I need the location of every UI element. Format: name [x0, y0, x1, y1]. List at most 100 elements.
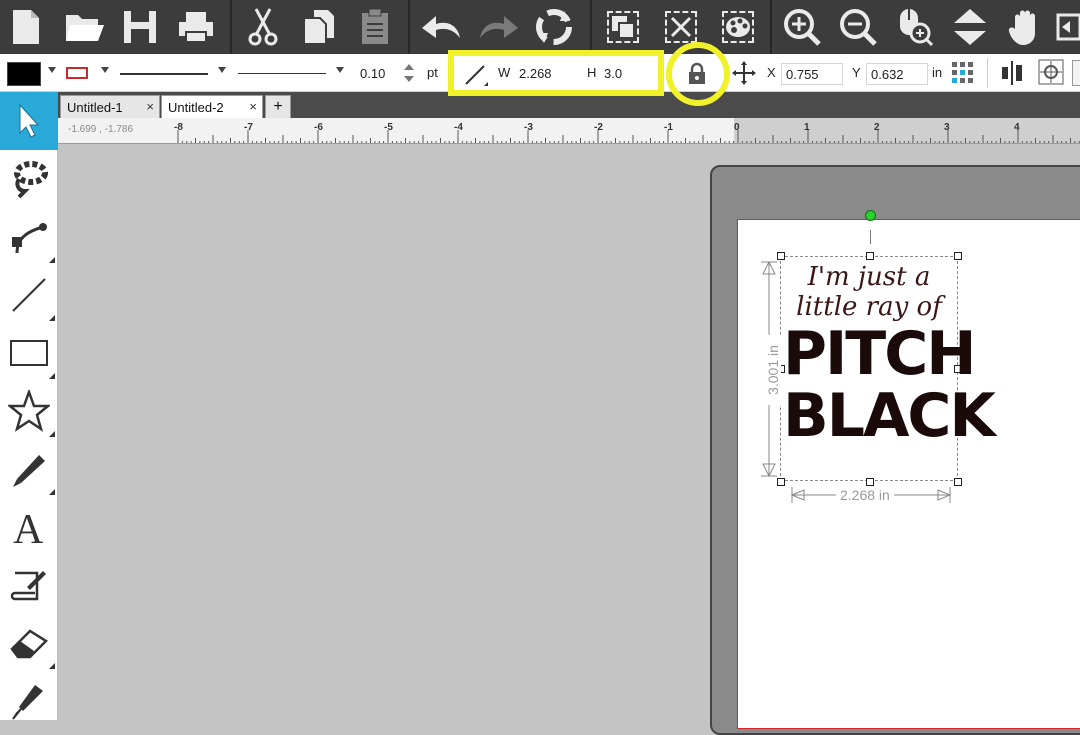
scroll-pen-icon: [10, 571, 46, 601]
stroke-width-input[interactable]: 0.10: [356, 63, 402, 85]
pencil-icon: [13, 455, 45, 487]
close-x-icon: [670, 16, 692, 38]
line-style-dropdown-icon[interactable]: [218, 67, 226, 73]
resize-handle-bottom-right[interactable]: [954, 478, 962, 486]
align-center-icon[interactable]: [998, 60, 1026, 86]
zoom-mouse-icon: [900, 9, 934, 47]
ruler-tick-label: -7: [244, 122, 253, 133]
knife-tool[interactable]: [0, 672, 58, 730]
hand-icon: [1008, 10, 1035, 45]
x-input[interactable]: 0.755: [781, 63, 843, 85]
ruler-tick-label: 4: [1014, 122, 1020, 133]
exit-icon: [1056, 13, 1080, 41]
rotate-handle[interactable]: [865, 210, 876, 221]
pencil-tool[interactable]: [0, 440, 58, 498]
redo-button[interactable]: [476, 5, 520, 49]
y-label: Y: [852, 65, 861, 80]
text-tool[interactable]: A: [0, 498, 58, 556]
zoom-in-button[interactable]: [780, 5, 824, 49]
folder-open-icon: [66, 15, 104, 41]
ruler-tick-label: -4: [454, 122, 463, 133]
stroke-color-swatch[interactable]: [66, 67, 88, 79]
more-button[interactable]: [1056, 5, 1080, 49]
width-dimension-label: 2.268 in: [836, 487, 894, 503]
select-tool[interactable]: [0, 92, 58, 150]
undo-button[interactable]: [420, 5, 464, 49]
node-edit-tool[interactable]: [0, 208, 58, 266]
resize-handle-top[interactable]: [866, 252, 874, 260]
paste-button[interactable]: [353, 5, 397, 49]
stroke-width-spinner-icon[interactable]: [403, 62, 415, 84]
tools-panel: A: [0, 92, 58, 720]
ruler-tick-label: 1: [804, 122, 810, 133]
eraser-tool[interactable]: [0, 614, 58, 672]
tab-label: Untitled-2: [168, 100, 224, 115]
stroke-dropdown-icon[interactable]: [101, 67, 109, 73]
text-a-icon: A: [13, 507, 44, 547]
open-button[interactable]: [62, 5, 106, 49]
tab-untitled-2[interactable]: Untitled-2 ×: [161, 95, 263, 118]
pointer-arrow-icon: [19, 103, 40, 138]
tab-label: Untitled-1: [67, 100, 123, 115]
copy-button[interactable]: [297, 5, 341, 49]
pan-button[interactable]: [1004, 5, 1048, 49]
lasso-tool[interactable]: [0, 150, 58, 208]
fit-page-button[interactable]: [948, 5, 992, 49]
line-style-preview[interactable]: [120, 73, 208, 75]
line-end-dropdown-icon[interactable]: [336, 67, 344, 73]
new-document-button[interactable]: [4, 5, 48, 49]
fill-dropdown-icon[interactable]: [48, 67, 56, 73]
color-palette-button[interactable]: [716, 5, 760, 49]
group-button[interactable]: [601, 5, 645, 49]
horizontal-ruler: -1.699 , -1.786 -8 -7 -6 -5 -4 -3 -2 -1 0 1 2 3 4: [58, 118, 1080, 144]
scissors-icon: [248, 8, 278, 46]
ruler-tick-label: -5: [384, 122, 393, 133]
ruler-tick-label: -3: [524, 122, 533, 133]
new-tab-button[interactable]: +: [265, 95, 291, 118]
ruler-tick-label: 2: [874, 122, 880, 133]
height-dimension-label: 3.001 in: [765, 335, 781, 405]
close-icon[interactable]: ×: [146, 99, 154, 114]
position-unit-label: in: [932, 65, 943, 80]
resize-handle-top-right[interactable]: [954, 252, 962, 260]
design-line-1: I'm just a: [807, 262, 931, 292]
new-document-icon: [13, 10, 39, 44]
group-icon: [612, 16, 635, 39]
line-icon: [12, 278, 46, 312]
save-button[interactable]: [118, 5, 162, 49]
size-fields-highlight: [448, 50, 664, 96]
reference-point-grid-icon[interactable]: [951, 61, 975, 85]
save-icon: [124, 11, 156, 43]
undo-icon: [422, 16, 460, 38]
stroke-unit-label: pt: [427, 65, 438, 80]
tab-untitled-1[interactable]: Untitled-1 ×: [60, 95, 160, 118]
text-on-path-tool[interactable]: [0, 556, 58, 614]
svg-text:A: A: [13, 507, 44, 547]
zoom-out-icon: [840, 9, 877, 46]
ruler-ticks: -8 -7 -6 -5 -4 -3 -2 -1 0 1 2 3 4: [174, 122, 1080, 143]
ruler-tick-label: 3: [944, 122, 950, 133]
ruler-tick-label: 0: [734, 122, 740, 133]
bezier-node-icon: [12, 223, 47, 254]
zoom-selection-button[interactable]: [892, 5, 936, 49]
ruler-tick-label: -6: [314, 122, 323, 133]
design-line-2: little ray of: [796, 292, 942, 322]
zoom-out-button[interactable]: [836, 5, 880, 49]
rectangle-tool[interactable]: [0, 324, 58, 382]
zoom-in-icon: [784, 9, 821, 46]
fill-color-swatch[interactable]: [7, 62, 41, 86]
close-icon[interactable]: ×: [249, 99, 257, 114]
target-align-icon[interactable]: [1038, 59, 1064, 85]
design-line-4: BLACK: [783, 381, 996, 451]
knife-icon: [12, 685, 43, 720]
ruler-tick-label: -2: [594, 122, 603, 133]
polygon-tool[interactable]: [0, 382, 58, 440]
design-artwork[interactable]: I'm just a little ray of PITCH BLACK: [783, 262, 996, 451]
line-end-preview[interactable]: [238, 73, 326, 74]
cut-button[interactable]: [241, 5, 285, 49]
replicate-button[interactable]: [532, 5, 576, 49]
print-button[interactable]: [174, 5, 218, 49]
y-input[interactable]: 0.632: [866, 63, 928, 85]
print-icon: [179, 12, 213, 43]
line-tool[interactable]: [0, 266, 58, 324]
